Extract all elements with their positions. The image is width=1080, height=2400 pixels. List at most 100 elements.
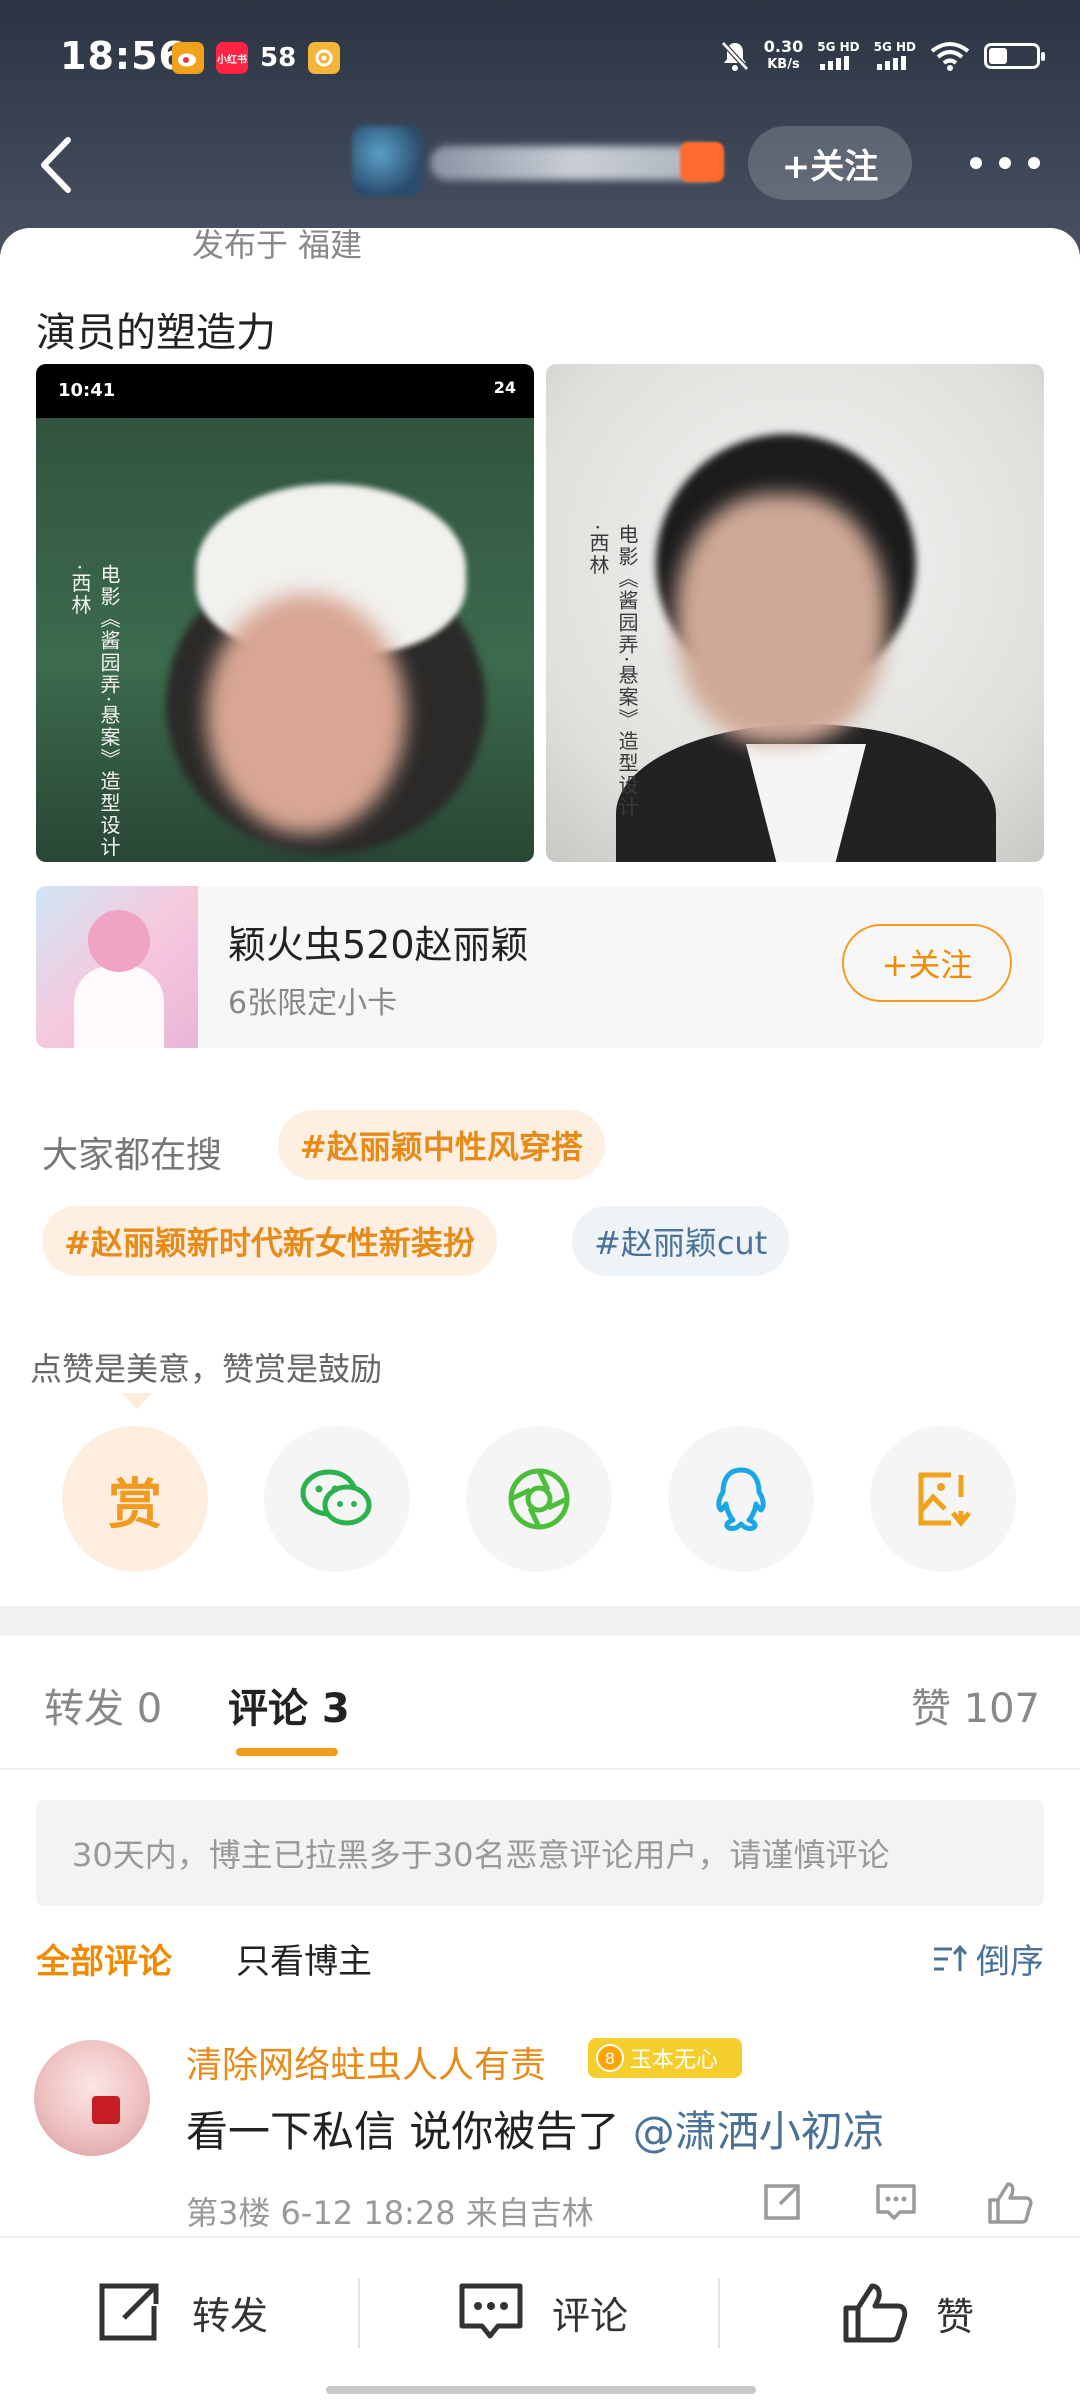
promo-subtitle: 6张限定小卡 (228, 986, 398, 1021)
bottom-repost-label: 转发 (192, 2293, 269, 2338)
author-name-blurred[interactable] (430, 146, 720, 180)
comment-text: 看一下私信 说你被告了 @潇洒小初凉 (186, 2098, 885, 2159)
photo-status-battery: 24 (493, 378, 516, 397)
thumbs-up-icon (843, 2283, 908, 2343)
signal-2-label: 5G HD (873, 40, 916, 54)
filter-all-comments[interactable]: 全部评论 (36, 1934, 172, 1983)
commenter-name[interactable]: 清除网络蛀虫人人有责 (186, 2036, 546, 2088)
battery-icon (984, 43, 1045, 69)
signal-1-label: 5G HD (817, 40, 860, 54)
photo-status-bar: 10:41 24 (36, 364, 534, 418)
post-location: 发布于 福建 (192, 226, 363, 264)
bottom-separator (358, 2278, 360, 2348)
comment-mention-link[interactable]: @潇洒小初凉 (633, 2107, 885, 2156)
tabs-separator (0, 1768, 1080, 1770)
comment-notice: 30天内，博主已拉黑多于30名恶意评论用户，请谨慎评论 (36, 1800, 1044, 1906)
net-speed-unit: KB/s (767, 57, 800, 72)
comment-meta: 第3楼 6-12 18:28 来自吉林 (186, 2194, 594, 2232)
bottom-like-label: 赞 (936, 2294, 975, 2339)
home-indicator[interactable] (326, 2386, 756, 2394)
save-image-icon (918, 1472, 971, 1528)
comment-icon (876, 2184, 916, 2220)
dot-icon (999, 157, 1011, 169)
back-button[interactable] (30, 130, 90, 200)
author-badge-icon (680, 142, 724, 182)
reward-button[interactable]: 赏 (62, 1426, 208, 1572)
dot-icon (970, 157, 982, 169)
trending-tag[interactable]: #赵丽颖中性风穿搭 (278, 1110, 605, 1180)
sort-icon (934, 1944, 968, 1971)
photo-subject-face-blurred (676, 494, 886, 744)
qq-icon (716, 1467, 766, 1531)
photo-caption: 电影《酱园弄·悬案》造型设计·西林 (68, 564, 121, 859)
comment-reply-button[interactable] (874, 2180, 924, 2230)
status-app-icons: 小红书 58 (172, 42, 341, 74)
moments-icon (508, 1468, 570, 1530)
photo-status-time: 10:41 (58, 380, 116, 401)
share-qq-button[interactable] (668, 1426, 814, 1572)
top-header: 18:56 小红书 58 0.30 KB/s 5G HD 5G HD +关注 (0, 0, 1080, 260)
comment-body: 看一下私信 说你被告了 (186, 2107, 633, 2156)
post-text: 演员的塑造力 (36, 310, 276, 356)
status-right: 0.30 KB/s 5G HD 5G HD (720, 37, 1045, 74)
bottom-comment-label: 评论 (552, 2293, 629, 2338)
author-avatar[interactable] (352, 126, 422, 196)
signal-bars-icon (876, 56, 906, 70)
signal-2: 5G HD (874, 38, 916, 74)
interaction-tabs: 转发 0 评论 3 赞 107 (0, 1636, 1080, 1766)
promo-thumbnail (36, 886, 198, 1048)
wifi-icon (930, 42, 970, 71)
fan-badge-level: 8 (596, 2044, 624, 2072)
tab-comments[interactable]: 评论 3 (228, 1676, 350, 1734)
post-photo-2[interactable]: 电影《酱园弄·悬案》造型设计·西林 (546, 364, 1044, 862)
fan-badge-text: 玉本无心 (630, 2048, 719, 2073)
signal-1: 5G HD (817, 38, 860, 74)
save-image-button[interactable] (870, 1426, 1016, 1572)
tab-likes[interactable]: 赞 107 (911, 1676, 1040, 1734)
promo-card[interactable]: 颖火虫520赵丽颖 6张限定小卡 +关注 (36, 886, 1044, 1048)
trending-tag[interactable]: #赵丽颖新时代新女性新装扮 (42, 1206, 497, 1276)
58-icon: 58 (260, 43, 297, 73)
battery-fill (989, 48, 1007, 64)
camera-app-icon (308, 42, 341, 74)
trending-search-label: 大家都在搜 (42, 1135, 223, 1176)
bottom-repost-button[interactable]: 转发 (96, 2280, 268, 2344)
chevron-left-icon (41, 137, 71, 193)
share-moments-button[interactable] (466, 1426, 612, 1572)
section-divider (0, 1606, 1080, 1636)
bottom-like-button[interactable]: 赞 (840, 2280, 974, 2346)
commenter-avatar[interactable] (34, 2040, 150, 2156)
bottom-comment-button[interactable]: 评论 (456, 2280, 628, 2344)
net-speed-value: 0.30 (763, 37, 804, 56)
sort-toggle[interactable]: 倒序 (932, 1934, 1044, 1983)
more-options-button[interactable] (970, 140, 1040, 186)
comment-repost-button[interactable] (760, 2180, 810, 2230)
tab-repost[interactable]: 转发 0 (44, 1676, 162, 1734)
repost-icon (99, 2283, 159, 2341)
mute-icon (720, 41, 749, 71)
post-photo-1[interactable]: 10:41 24 电影《酱园弄·悬案》造型设计·西林 (36, 364, 534, 862)
thumbs-up-icon (988, 2182, 1033, 2224)
avatar-figure-detail (92, 2096, 120, 2124)
bottom-separator (718, 2278, 720, 2348)
filter-owner-only[interactable]: 只看博主 (236, 1934, 372, 1983)
photo-subject-face-blurred (206, 594, 406, 834)
repost-icon (764, 2184, 800, 2220)
sort-label: 倒序 (976, 1942, 1044, 1982)
reward-tip: 点赞是美意，赞赏是鼓励 (30, 1350, 383, 1388)
status-bar: 18:56 小红书 58 0.30 KB/s 5G HD 5G HD (0, 30, 1080, 90)
nav-bar: +关注 (0, 120, 1080, 210)
follow-author-button[interactable]: +关注 (748, 126, 912, 200)
promo-figure-body (74, 966, 164, 1048)
reward-label: 赏 (108, 1472, 162, 1536)
comment-icon (459, 2283, 523, 2339)
status-time: 18:56 (60, 34, 186, 78)
fan-badge[interactable]: 8 玉本无心 (588, 2038, 742, 2078)
active-tab-indicator (236, 1748, 338, 1756)
photo-caption: 电影《酱园弄·悬案》造型设计·西林 (586, 524, 639, 819)
trending-tag[interactable]: #赵丽颖cut (572, 1206, 790, 1276)
comment-like-button[interactable] (986, 2180, 1036, 2230)
signal-bars-icon (820, 56, 850, 70)
promo-follow-button[interactable]: +关注 (842, 924, 1012, 1002)
share-wechat-button[interactable] (264, 1426, 410, 1572)
